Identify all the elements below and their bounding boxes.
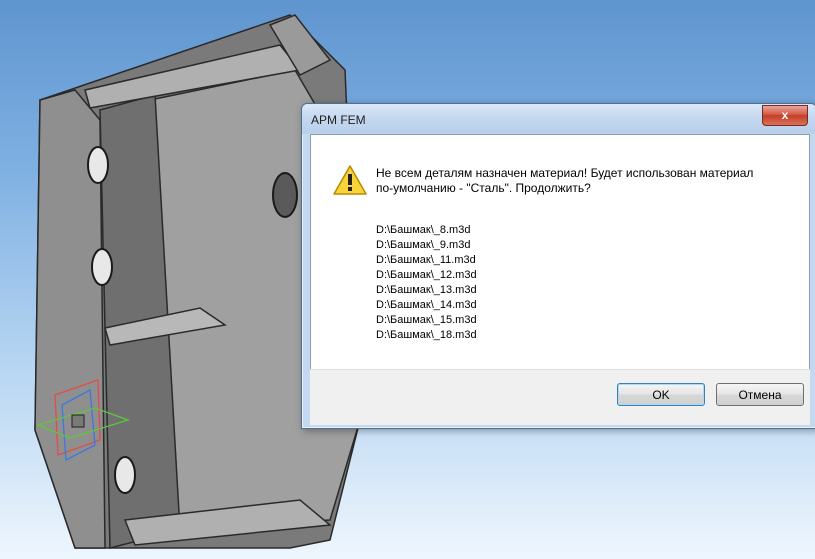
close-button[interactable]: x [762, 105, 808, 126]
file-list-item: D:\Башмак\_9.m3d [376, 239, 471, 251]
message-line-2: по-умолчанию - "Сталь". Продолжить? [376, 181, 591, 195]
cancel-button[interactable]: Отмена [716, 383, 804, 406]
dialog-title: APM FEM [311, 113, 366, 127]
file-list-item: D:\Башмак\_13.m3d [376, 284, 477, 296]
file-list-item: D:\Башмак\_11.m3d [376, 254, 476, 266]
file-list-item: D:\Башмак\_14.m3d [376, 299, 477, 311]
message-dialog: APM FEM x Не всем деталям назначен матер… [301, 103, 815, 429]
file-list: D:\Башмак\_8.m3d D:\Башмак\_9.m3d D:\Баш… [376, 223, 477, 343]
message-line-1: Не всем деталям назначен материал! Будет… [376, 166, 754, 180]
dialog-message: Не всем деталям назначен материал! Будет… [376, 166, 796, 196]
warning-icon [333, 165, 367, 195]
dialog-content: Не всем деталям назначен материал! Будет… [310, 134, 810, 370]
dialog-button-bar: OK Отмена [310, 369, 810, 425]
file-list-item: D:\Башмак\_18.m3d [376, 329, 477, 341]
dialog-titlebar[interactable]: APM FEM x [302, 104, 815, 134]
file-list-item: D:\Башмак\_8.m3d [376, 224, 471, 236]
file-list-item: D:\Башмак\_12.m3d [376, 269, 477, 281]
ok-button[interactable]: OK [617, 383, 705, 406]
file-list-item: D:\Башмак\_15.m3d [376, 314, 477, 326]
